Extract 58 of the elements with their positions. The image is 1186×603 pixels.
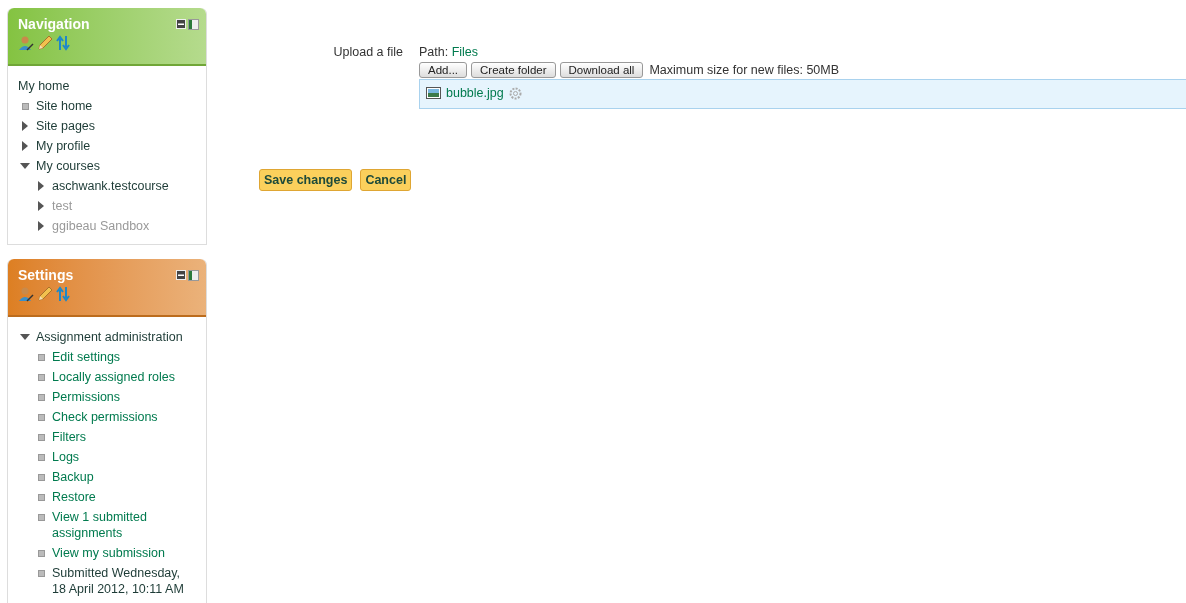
path-label: Path: [419,45,449,59]
save-button[interactable]: Save changes [259,169,353,191]
user-edit-icon[interactable] [18,35,34,51]
bullet-icon [38,513,45,521]
expanded-triangle-icon[interactable] [20,161,30,171]
user-edit-icon[interactable] [18,286,34,302]
bullet-icon [38,569,45,577]
minimize-icon[interactable] [176,270,186,280]
collapsed-triangle-icon[interactable] [20,141,30,151]
cancel-button[interactable]: Cancel [360,169,412,191]
nav-link[interactable]: View 1 submitted assignments [52,507,196,543]
bullet-icon [38,393,45,401]
nav-link[interactable]: Check permissions [52,407,158,427]
bullet-icon [38,373,45,381]
expanded-triangle-icon[interactable] [20,332,30,342]
path-link[interactable]: Files [451,45,479,59]
bullet-icon [38,453,45,461]
nav-item[interactable]: Assignment administration [36,327,183,347]
nav-item[interactable]: aschwank.testcourse [52,176,169,196]
nav-link[interactable]: Filters [52,427,87,447]
collapsed-triangle-icon[interactable] [36,181,46,191]
nav-link[interactable]: Locally assigned roles [52,367,175,387]
bullet-icon [38,433,45,441]
toolbar-button[interactable]: Download all [559,62,644,78]
nav-item[interactable]: Submitted Wednesday, 18 April 2012, 10:11 AM [52,563,196,599]
image-file-icon [426,87,441,99]
file-link[interactable]: bubble.jpg [446,86,504,100]
nav-item[interactable]: My profile [36,136,91,156]
bullet-icon [38,493,45,501]
toolbar-button[interactable]: Create folder [471,62,556,78]
nav-link[interactable]: Permissions [52,387,121,407]
nav-link[interactable]: Logs [52,447,80,467]
nav-link[interactable]: Edit settings [52,347,121,367]
block-title: Settings [18,267,74,283]
nav-item[interactable]: My courses [36,156,100,176]
block-title: Navigation [18,16,90,32]
bullet-icon [38,549,45,557]
nav-link[interactable]: View my submission [52,543,165,563]
collapsed-triangle-icon[interactable] [36,201,46,211]
bullet-icon [38,413,45,421]
nav-item[interactable]: ggibeau Sandbox [52,216,150,236]
nav-item[interactable]: Site pages [36,116,96,136]
bullet-icon [22,102,29,110]
dock-icon[interactable] [188,269,199,281]
bullet-icon [38,473,45,481]
nav-item[interactable]: test [52,196,73,216]
nav-item[interactable]: My home [18,76,70,96]
nav-link[interactable]: Backup [52,467,94,487]
collapsed-triangle-icon[interactable] [20,121,30,131]
field-label: Upload a file [332,44,404,61]
max-size-text: Maximum size for new files: 50MB [649,63,840,77]
bullet-icon [38,353,45,361]
minimize-icon[interactable] [176,19,186,29]
nav-item[interactable]: Site home [36,96,93,116]
toolbar-button[interactable]: Add... [419,62,468,78]
dock-icon[interactable] [188,18,199,30]
nav-link[interactable]: Restore [52,487,96,507]
collapsed-triangle-icon[interactable] [36,221,46,231]
